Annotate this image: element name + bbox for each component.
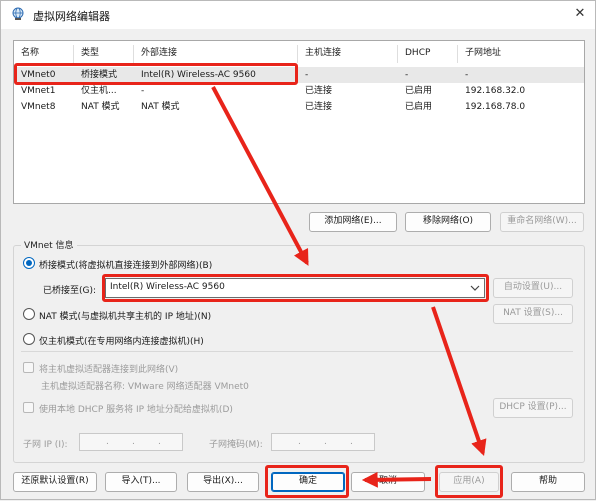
row-host: - [305,70,309,80]
ip-separator: . [298,437,301,447]
connect-adapter-label[interactable]: 将主机虚拟适配器连接到此网络(V) [39,362,178,375]
column-header-subnet[interactable]: 子网地址 [458,45,585,63]
bridged-to-select[interactable]: Intel(R) Wireless-AC 9560 [105,278,485,298]
vmnet-info-label: VMnet 信息 [21,238,77,251]
bridged-to-value: Intel(R) Wireless-AC 9560 [110,282,225,292]
title-bar: 虚拟网络编辑器 ✕ [1,1,595,29]
ip-separator: . [132,437,135,447]
dhcp-settings-button[interactable]: DHCP 设置(P)... [493,398,573,418]
adapter-name-text: 主机虚拟适配器名称: VMware 网络适配器 VMnet0 [41,382,249,392]
use-dhcp-label[interactable]: 使用本地 DHCP 服务将 IP 地址分配给虚拟机(D) [39,402,233,415]
window-title: 虚拟网络编辑器 [33,10,110,23]
virtual-network-editor-window: 虚拟网络编辑器 ✕ 名称 类型 外部连接 主机连接 DHCP 子网地址 VMne… [0,0,596,500]
column-header-dhcp[interactable]: DHCP [398,45,458,63]
connect-adapter-checkbox[interactable] [23,362,34,373]
table-row[interactable]: VMnet1 仅主机... - 已连接 已启用 192.168.32.0 [15,83,584,99]
row-external: - [141,86,145,96]
ip-separator: . [158,437,161,447]
export-button[interactable]: 导出(X)... [187,472,259,492]
row-subnet: 192.168.78.0 [465,102,526,112]
table-row[interactable]: VMnet8 NAT 模式 NAT 模式 已连接 已启用 192.168.78.… [15,99,584,115]
row-subnet: - [465,70,469,80]
row-dhcp: 已启用 [405,86,433,96]
nat-settings-button[interactable]: NAT 设置(S)... [493,304,573,324]
nat-mode-radio[interactable] [23,308,35,320]
row-host: 已连接 [305,86,333,96]
network-list-table[interactable]: 名称 类型 外部连接 主机连接 DHCP 子网地址 VMnet0 桥接模式 In… [13,40,585,204]
row-name: VMnet1 [21,86,56,96]
host-only-radio[interactable] [23,333,35,345]
bridged-to-label: 已桥接至(G): [43,286,97,296]
subnet-mask-input[interactable]: . . . [271,433,375,451]
auto-settings-button[interactable]: 自动设置(U)... [493,278,573,298]
subnet-ip-input[interactable]: . . . [79,433,183,451]
restore-defaults-button[interactable]: 还原默认设置(R) [13,472,97,492]
row-subnet: 192.168.32.0 [465,86,526,96]
import-button[interactable]: 导入(T)... [105,472,177,492]
ip-separator: . [324,437,327,447]
row-name: VMnet8 [21,102,56,112]
network-globe-icon [12,7,24,20]
add-network-button[interactable]: 添加网络(E)... [309,212,397,232]
row-host: 已连接 [305,102,333,112]
rename-network-button[interactable]: 重命名网络(W)... [500,212,584,232]
row-external: Intel(R) Wireless-AC 9560 [141,70,256,80]
host-only-label[interactable]: 仅主机模式(在专用网络内连接虚拟机)(H) [39,334,204,347]
row-type: 仅主机... [81,86,117,96]
row-type: 桥接模式 [81,70,118,80]
table-row[interactable]: VMnet0 桥接模式 Intel(R) Wireless-AC 9560 - … [15,67,584,83]
row-dhcp: 已启用 [405,102,433,112]
chevron-down-icon [470,285,480,291]
column-header-external[interactable]: 外部连接 [134,45,298,63]
column-header-type[interactable]: 类型 [74,45,134,63]
ok-button[interactable]: 确定 [271,472,345,492]
ip-separator: . [106,437,109,447]
apply-button[interactable]: 应用(A) [439,472,499,492]
column-header-name[interactable]: 名称 [14,45,74,63]
help-button[interactable]: 帮助 [511,472,585,492]
bridged-mode-label[interactable]: 桥接模式(将虚拟机直接连接到外部网络)(B) [39,258,212,271]
divider [21,351,573,352]
row-external: NAT 模式 [141,102,180,112]
use-dhcp-checkbox[interactable] [23,402,34,413]
nat-mode-label[interactable]: NAT 模式(与虚拟机共享主机的 IP 地址)(N) [39,309,211,322]
subnet-mask-label: 子网掩码(M): [209,440,263,450]
row-name: VMnet0 [21,70,56,80]
cancel-button[interactable]: 取消 [351,472,425,492]
column-header-host[interactable]: 主机连接 [298,45,398,63]
subnet-ip-label: 子网 IP (I): [23,440,68,450]
ip-separator: . [350,437,353,447]
close-button[interactable]: ✕ [567,3,593,25]
row-dhcp: - [405,70,409,80]
remove-network-button[interactable]: 移除网络(O) [405,212,491,232]
close-icon: ✕ [574,6,586,21]
bridged-mode-radio[interactable] [23,257,35,269]
row-type: NAT 模式 [81,102,120,112]
